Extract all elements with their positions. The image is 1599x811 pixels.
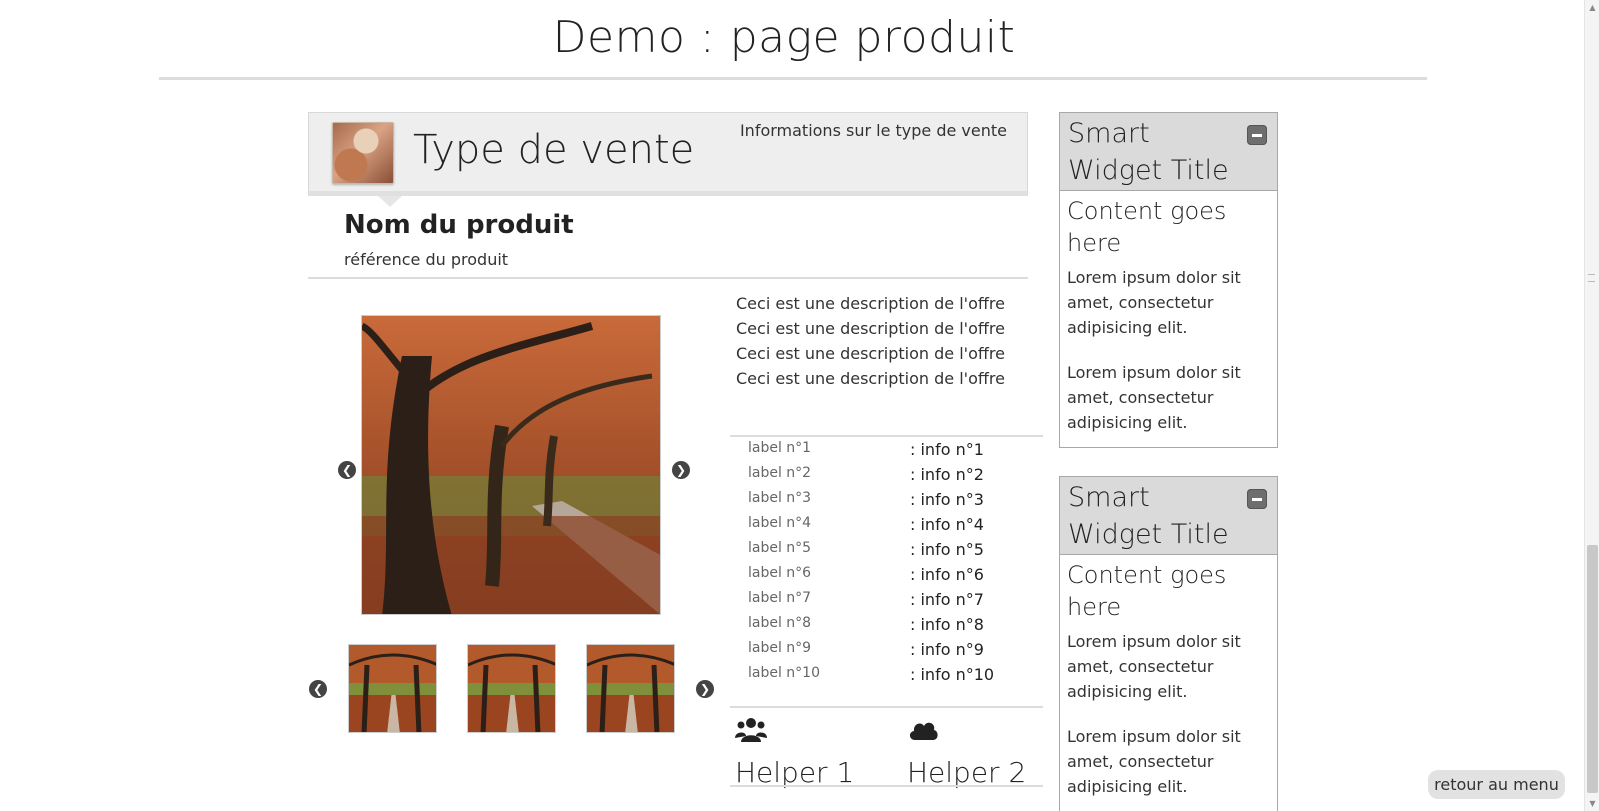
spec-row: label n°3 : info n°3 — [748, 488, 1038, 513]
widget-header: Smart Widget Title — [1060, 477, 1277, 555]
product-reference: référence du produit — [344, 250, 509, 269]
spec-label: label n°8 — [748, 615, 812, 631]
widget-paragraph: Lorem ipsum dolor sit amet, consectetur … — [1067, 632, 1241, 701]
scroll-thumb[interactable] — [1587, 545, 1598, 793]
smart-widget-2: Smart Widget Title Content goes here Lor… — [1059, 476, 1278, 811]
scroll-up-icon[interactable]: ▲ — [1585, 0, 1599, 15]
sale-type-avatar — [332, 122, 394, 184]
minus-icon[interactable] — [1247, 489, 1267, 509]
widget-heading: Content goes here — [1067, 197, 1227, 257]
helper-1[interactable]: Helper 1 — [735, 716, 854, 789]
spec-label: label n°1 — [748, 440, 812, 456]
sale-type-title: Type de vente — [413, 127, 695, 173]
widget-paragraph: Lorem ipsum dolor sit amet, consectetur … — [1067, 363, 1241, 432]
back-to-menu-button[interactable]: retour au menu — [1428, 770, 1565, 799]
spec-row: label n°4 : info n°4 — [748, 513, 1038, 538]
spec-value: : info n°4 — [910, 515, 984, 534]
spec-row: label n°7 : info n°7 — [748, 588, 1038, 613]
sale-type-header: Type de vente Informations sur le type d… — [308, 112, 1028, 196]
page-title: Demo : page produit — [552, 12, 1016, 63]
widget-paragraph: Lorem ipsum dolor sit amet, consectetur … — [1067, 727, 1241, 796]
spec-label: label n°5 — [748, 540, 812, 556]
thumbs-next-button[interactable]: ❯ — [696, 680, 714, 698]
widget-body: Content goes here Lorem ipsum dolor sit … — [1060, 555, 1277, 811]
spec-row: label n°6 : info n°6 — [748, 563, 1038, 588]
scroll-down-icon[interactable]: ▼ — [1585, 796, 1599, 811]
spec-value: : info n°8 — [910, 615, 984, 634]
spec-row: label n°9 : info n°9 — [748, 638, 1038, 663]
spec-label: label n°2 — [748, 465, 812, 481]
spec-label: label n°6 — [748, 565, 812, 581]
spec-label: label n°4 — [748, 515, 812, 531]
chevron-left-icon: ❮ — [312, 682, 324, 696]
vertical-scrollbar[interactable]: ▲ ▼ — [1584, 0, 1599, 811]
image-prev-button[interactable]: ❮ — [338, 461, 356, 479]
spec-value: : info n°3 — [910, 490, 984, 509]
spec-row: label n°10 : info n°10 — [748, 663, 1038, 688]
specs-divider-top — [730, 435, 1043, 437]
scroll-grip — [1588, 274, 1595, 282]
widget-paragraph: Lorem ipsum dolor sit amet, consectetur … — [1067, 268, 1241, 337]
widget-heading: Content goes here — [1067, 561, 1227, 621]
helper-2[interactable]: Helper 2 — [907, 716, 1026, 789]
spec-value: : info n°6 — [910, 565, 984, 584]
title-divider — [159, 77, 1427, 80]
minus-icon[interactable] — [1247, 125, 1267, 145]
spec-value: : info n°7 — [910, 590, 984, 609]
widget-title: Smart Widget Title — [1068, 118, 1229, 186]
thumbnail-1[interactable] — [348, 644, 437, 733]
spec-row: label n°1 : info n°1 — [748, 438, 1038, 463]
thumbnail-2[interactable] — [467, 644, 556, 733]
thumbs-prev-button[interactable]: ❮ — [309, 680, 327, 698]
widget-title: Smart Widget Title — [1068, 482, 1229, 550]
widget-body: Content goes here Lorem ipsum dolor sit … — [1060, 191, 1277, 447]
image-next-button[interactable]: ❯ — [672, 461, 690, 479]
product-main-image — [361, 315, 661, 615]
spec-row: label n°2 : info n°2 — [748, 463, 1038, 488]
spec-row: label n°8 : info n°8 — [748, 613, 1038, 638]
product-description: Ceci est une description de l'offre Ceci… — [736, 294, 1005, 388]
spec-row: label n°5 : info n°5 — [748, 538, 1038, 563]
spec-label: label n°7 — [748, 590, 812, 606]
spec-label: label n°9 — [748, 640, 812, 656]
smart-widget-1: Smart Widget Title Content goes here Lor… — [1059, 112, 1278, 448]
spec-label: label n°10 — [748, 665, 820, 681]
product-divider — [308, 277, 1028, 279]
spec-label: label n°3 — [748, 490, 812, 506]
chevron-left-icon: ❮ — [341, 463, 353, 477]
widget-header: Smart Widget Title — [1060, 113, 1277, 191]
thumbnail-3[interactable] — [586, 644, 675, 733]
spec-value: : info n°5 — [910, 540, 984, 559]
spec-value: : info n°1 — [910, 440, 984, 459]
chevron-right-icon: ❯ — [675, 463, 687, 477]
header-pointer — [378, 196, 402, 207]
specs-list: label n°1: info n°1 label n°2: info n°2 … — [748, 438, 1038, 688]
specs-divider-bottom — [730, 706, 1043, 708]
chevron-right-icon: ❯ — [699, 682, 711, 696]
product-name: Nom du produit — [344, 210, 574, 240]
spec-value: : info n°9 — [910, 640, 984, 659]
spec-value: : info n°2 — [910, 465, 984, 484]
users-icon — [735, 716, 854, 746]
spec-value: : info n°10 — [910, 665, 995, 684]
helpers-divider — [730, 785, 1043, 787]
sale-type-info-link[interactable]: Informations sur le type de vente — [740, 121, 1007, 140]
cloud-icon — [907, 716, 1026, 746]
